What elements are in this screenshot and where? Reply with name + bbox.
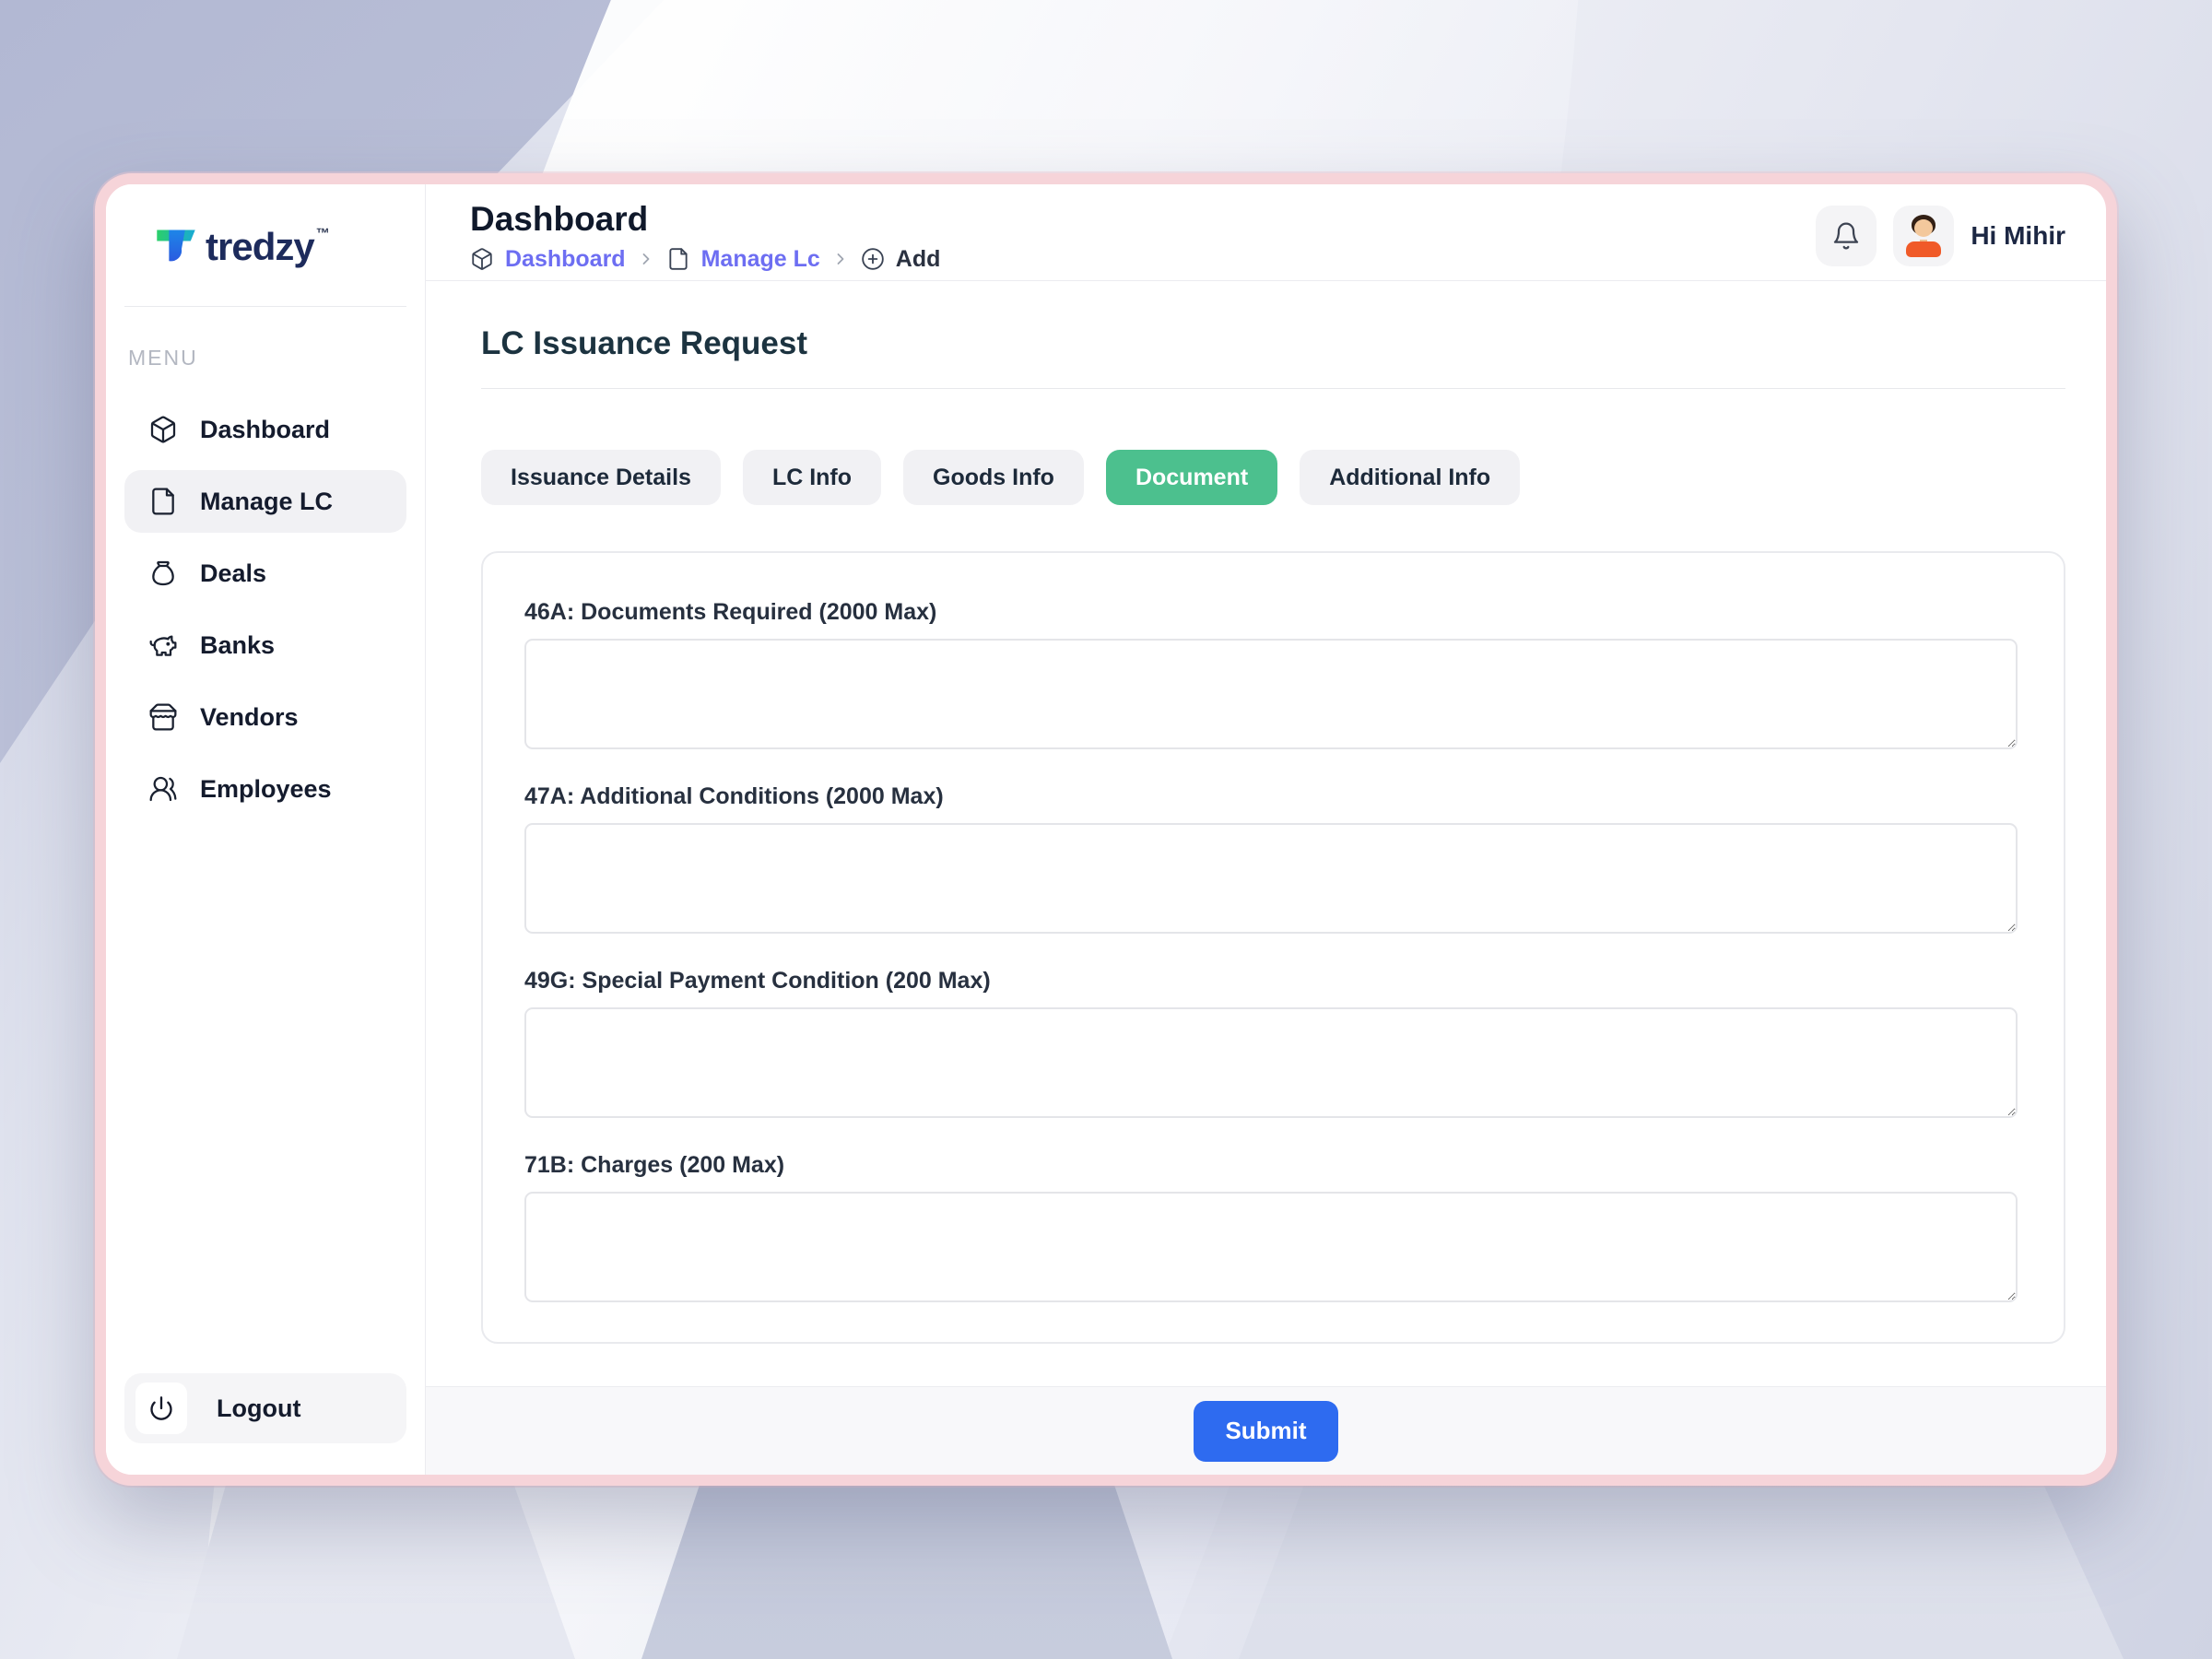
sidebar-item-vendors[interactable]: Vendors xyxy=(124,686,406,748)
tab-additional-info[interactable]: Additional Info xyxy=(1300,450,1521,505)
content-area: LC Issuance Request Issuance Details LC … xyxy=(426,281,2106,1386)
piggy-bank-icon xyxy=(148,630,178,660)
sidebar-item-deals[interactable]: Deals xyxy=(124,542,406,605)
notifications-button[interactable] xyxy=(1816,206,1877,266)
breadcrumb-link-manage-lc[interactable]: Manage Lc xyxy=(701,246,820,273)
app-window: tredzy ™ MENU Dashboard Manage LC Deals … xyxy=(95,173,2117,1486)
user-greeting: Hi Mihir xyxy=(1971,221,2065,250)
tab-document[interactable]: Document xyxy=(1105,450,1278,505)
chevron-right-icon xyxy=(637,250,655,268)
textarea-71b-charges[interactable] xyxy=(524,1192,2018,1302)
sidebar-item-manage-lc[interactable]: Manage LC xyxy=(124,470,406,533)
sidebar-item-label: Deals xyxy=(200,559,267,587)
form-card: 46A: Documents Required (2000 Max) 47A: … xyxy=(481,551,2065,1344)
breadcrumb-add: Add xyxy=(895,245,941,272)
breadcrumb-link-dashboard[interactable]: Dashboard xyxy=(505,246,626,273)
chevron-right-icon xyxy=(831,250,850,268)
sidebar-item-label: Dashboard xyxy=(200,415,331,443)
brand-logo[interactable]: tredzy ™ xyxy=(154,225,406,269)
storefront-icon xyxy=(148,702,178,732)
logout-button[interactable]: Logout xyxy=(124,1373,406,1443)
sidebar-item-label: Employees xyxy=(200,774,332,803)
field-group: 71B: Charges (200 Max) xyxy=(524,1152,2018,1307)
field-group: 47A: Additional Conditions (2000 Max) xyxy=(524,783,2018,938)
page-title: LC Issuance Request xyxy=(481,325,807,361)
textarea-46a-documents-required[interactable] xyxy=(524,639,2018,749)
brand-trademark: ™ xyxy=(315,226,330,241)
money-bag-icon xyxy=(148,559,178,588)
header-title: Dashboard xyxy=(470,199,649,238)
bell-icon xyxy=(1831,221,1861,251)
field-group: 49G: Special Payment Condition (200 Max) xyxy=(524,968,2018,1123)
field-label-71b: 71B: Charges (200 Max) xyxy=(524,1152,785,1178)
textarea-49g-special-payment-condition[interactable] xyxy=(524,1007,2018,1118)
field-label-49g: 49G: Special Payment Condition (200 Max) xyxy=(524,968,991,994)
textarea-47a-additional-conditions[interactable] xyxy=(524,823,2018,934)
sidebar-item-label: Banks xyxy=(200,630,276,659)
tredzy-logo-icon xyxy=(157,229,195,262)
cube-icon xyxy=(148,415,178,444)
sidebar-nav: Dashboard Manage LC Deals Banks Vendors … xyxy=(124,398,406,820)
file-icon xyxy=(148,487,178,516)
cube-icon xyxy=(470,247,494,271)
user-avatar[interactable] xyxy=(1893,206,1955,266)
footer: Submit xyxy=(426,1386,2106,1475)
users-icon xyxy=(148,774,178,804)
sidebar: tredzy ™ MENU Dashboard Manage LC Deals … xyxy=(106,184,426,1475)
avatar xyxy=(1903,215,1944,257)
sidebar-item-label: Vendors xyxy=(200,702,299,731)
sidebar-item-label: Manage LC xyxy=(200,487,334,515)
field-label-46a: 46A: Documents Required (2000 Max) xyxy=(524,599,937,625)
field-group: 46A: Documents Required (2000 Max) xyxy=(524,599,2018,754)
plus-circle-icon xyxy=(861,247,885,271)
header: Dashboard Dashboard Manage Lc Add Hi Mih… xyxy=(426,184,2106,281)
divider xyxy=(481,388,2065,389)
breadcrumb: Dashboard Manage Lc Add xyxy=(470,246,940,273)
menu-section-label: MENU xyxy=(128,346,198,370)
tab-issuance-details[interactable]: Issuance Details xyxy=(481,450,721,505)
brand-name: tredzy xyxy=(206,225,315,268)
tab-bar: Issuance Details LC Info Goods Info Docu… xyxy=(481,450,2065,505)
sidebar-item-employees[interactable]: Employees xyxy=(124,758,406,820)
sidebar-divider xyxy=(124,306,406,307)
file-icon xyxy=(666,247,690,271)
sidebar-item-dashboard[interactable]: Dashboard xyxy=(124,398,406,461)
sidebar-item-banks[interactable]: Banks xyxy=(124,614,406,677)
submit-button[interactable]: Submit xyxy=(1194,1400,1338,1462)
tab-lc-info[interactable]: LC Info xyxy=(742,450,882,505)
power-icon xyxy=(135,1382,187,1434)
logout-label: Logout xyxy=(217,1394,301,1422)
field-label-47a: 47A: Additional Conditions (2000 Max) xyxy=(524,783,944,809)
tab-goods-info[interactable]: Goods Info xyxy=(903,450,1084,505)
